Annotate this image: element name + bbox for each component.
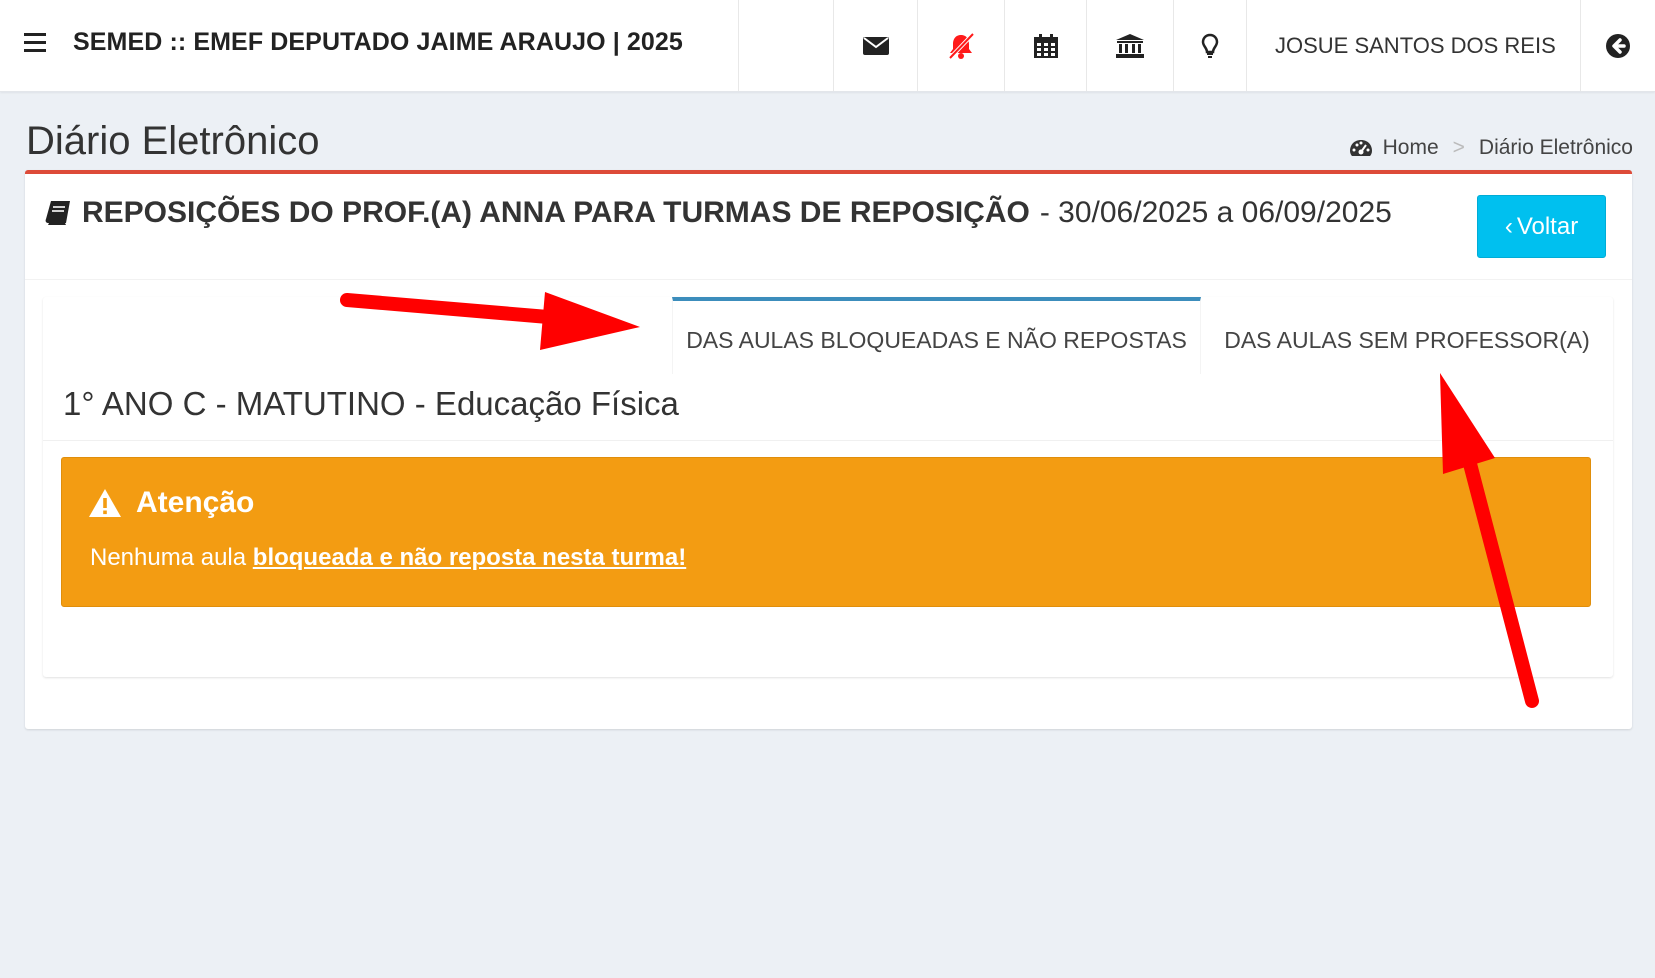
sign-out-icon: [1606, 33, 1630, 58]
app-title: SEMED :: EMEF DEPUTADO JAIME ARAUJO | 20…: [73, 28, 683, 56]
tips-button[interactable]: [1174, 0, 1246, 91]
lightbulb-icon: [1201, 33, 1219, 58]
tab-blocked-lessons[interactable]: DAS AULAS BLOQUEADAS E NÃO REPOSTAS: [672, 297, 1201, 374]
breadcrumb: Home > Diário Eletrônico: [1349, 136, 1633, 160]
chevron-left-icon: ‹: [1504, 212, 1513, 240]
nav-divider: [738, 0, 739, 91]
alert-message: Nenhuma aula bloqueada e não reposta nes…: [90, 544, 686, 572]
top-navbar: SEMED :: EMEF DEPUTADO JAIME ARAUJO | 20…: [0, 0, 1655, 92]
warning-alert: Atenção Nenhuma aula bloqueada e não rep…: [61, 457, 1591, 607]
dashboard-icon: [1349, 140, 1372, 156]
alert-title: Atenção: [88, 486, 254, 520]
calendar-button[interactable]: [1005, 0, 1086, 91]
breadcrumb-current: Diário Eletrônico: [1478, 136, 1633, 159]
page-title: Diário Eletrônico: [26, 119, 320, 163]
menu-icon[interactable]: [24, 33, 46, 53]
warning-icon: [89, 489, 121, 517]
book-icon: [45, 201, 70, 225]
nav-divider: [1246, 0, 1247, 91]
user-name[interactable]: JOSUE SANTOS DOS REIS: [1275, 0, 1556, 91]
breadcrumb-home-link[interactable]: Home: [1383, 136, 1439, 160]
alert-message-text: Nenhuma aula: [90, 544, 253, 571]
box-title: REPOSIÇÕES DO PROF.(A) ANNA PARA TURMAS …: [44, 196, 1392, 230]
box-title-text: REPOSIÇÕES DO PROF.(A) ANNA PARA TURMAS …: [82, 196, 1030, 229]
institution-icon: [1116, 33, 1144, 58]
tabs-panel: DAS AULAS BLOQUEADAS E NÃO REPOSTAS DAS …: [43, 297, 1613, 677]
main-box: REPOSIÇÕES DO PROF.(A) ANNA PARA TURMAS …: [25, 170, 1632, 729]
box-title-dates: - 30/06/2025 a 06/09/2025: [1039, 196, 1392, 229]
back-button[interactable]: ‹ Voltar: [1477, 195, 1606, 258]
messages-button[interactable]: [834, 0, 917, 91]
logout-button[interactable]: [1581, 0, 1655, 91]
tab-lessons-without-teacher[interactable]: DAS AULAS SEM PROFESSOR(A): [1201, 297, 1613, 374]
panel-divider: [43, 440, 1613, 441]
class-heading: 1° ANO C - MATUTINO - Educação Física: [63, 385, 679, 422]
back-button-label: Voltar: [1516, 212, 1579, 240]
bell-slash-icon: [948, 32, 975, 59]
breadcrumb-separator: >: [1452, 136, 1465, 159]
envelope-icon: [862, 36, 889, 55]
notifications-button[interactable]: [918, 0, 1004, 91]
alert-message-link[interactable]: bloqueada e não reposta nesta turma!: [253, 544, 686, 571]
alert-title-text: Atenção: [136, 486, 255, 519]
calendar-icon: [1033, 33, 1058, 58]
box-header: REPOSIÇÕES DO PROF.(A) ANNA PARA TURMAS …: [25, 174, 1632, 280]
institution-button[interactable]: [1087, 0, 1173, 91]
